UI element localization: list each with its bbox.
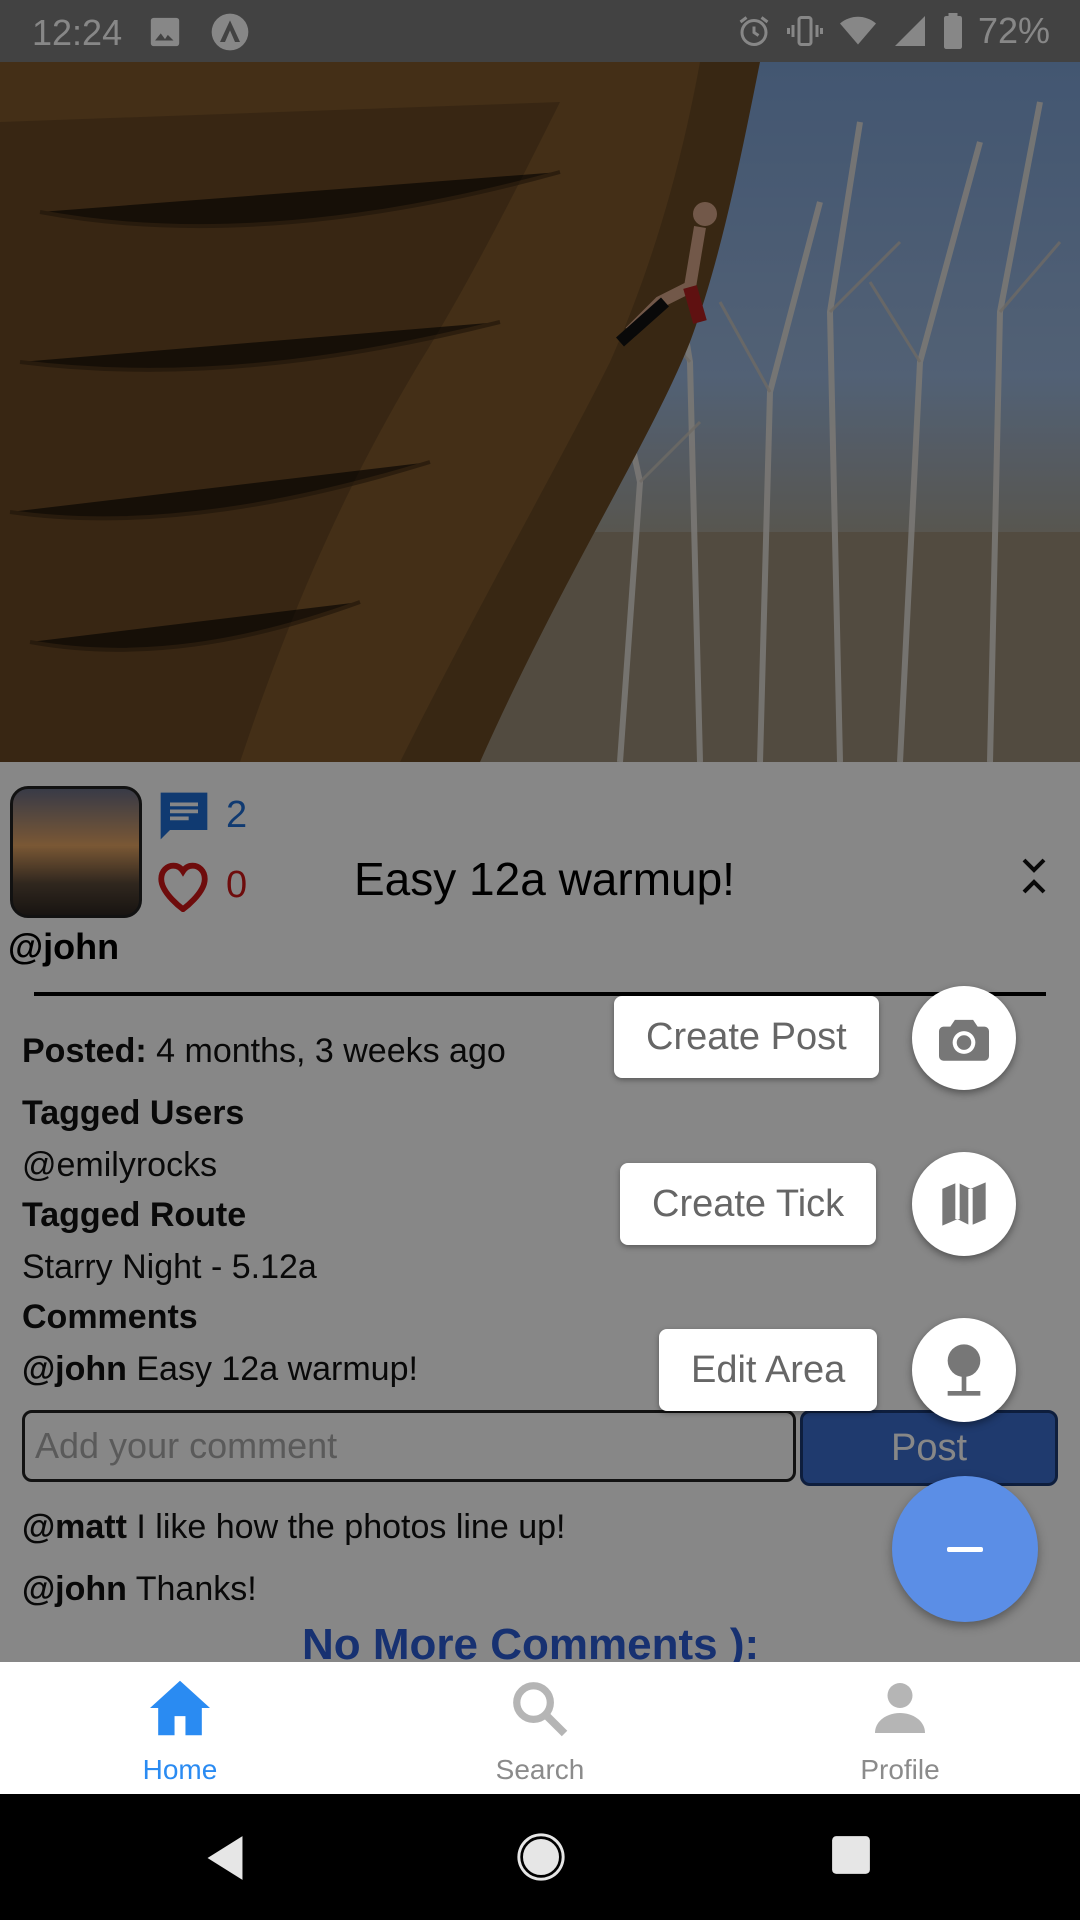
create-tick-button[interactable] <box>912 1152 1016 1256</box>
nav-profile-label: Profile <box>860 1754 940 1785</box>
camera-icon <box>939 1019 989 1061</box>
back-icon[interactable] <box>202 1834 248 1882</box>
search-icon <box>513 1682 568 1737</box>
recents-icon[interactable] <box>830 1834 872 1876</box>
fab-toggle-button[interactable] <box>892 1476 1038 1622</box>
edit-area-button[interactable] <box>912 1318 1016 1422</box>
home-circle-icon[interactable] <box>514 1830 568 1884</box>
screen: 12:24 72% 2 0 Easy 12a warmup! @john Pos… <box>0 0 1080 1920</box>
system-nav-bar <box>0 1794 1080 1920</box>
dim-overlay[interactable] <box>0 0 1080 1662</box>
person-icon <box>875 1683 925 1733</box>
nav-home-label: Home <box>142 1754 218 1785</box>
nav-home[interactable]: Home <box>0 1662 360 1794</box>
nav-search[interactable]: Search <box>360 1662 720 1794</box>
nav-search-label: Search <box>495 1754 585 1785</box>
create-post-button[interactable] <box>912 986 1016 1090</box>
create-post-label[interactable]: Create Post <box>614 996 879 1078</box>
minus-icon <box>947 1546 983 1552</box>
map-icon <box>942 1182 986 1226</box>
bottom-nav: Home Search Profile <box>0 1662 1080 1794</box>
nav-profile[interactable]: Profile <box>720 1662 1080 1794</box>
create-tick-label[interactable]: Create Tick <box>620 1163 877 1245</box>
edit-area-label[interactable]: Edit Area <box>659 1329 878 1411</box>
home-icon <box>150 1680 210 1736</box>
tree-icon <box>947 1344 981 1396</box>
